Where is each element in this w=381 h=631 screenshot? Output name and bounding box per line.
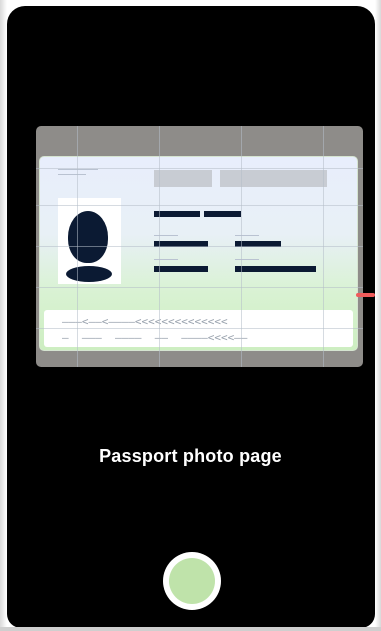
device-bezel-bottom xyxy=(0,627,381,631)
person-silhouette-icon xyxy=(68,211,108,263)
card-line xyxy=(154,211,200,217)
card-line xyxy=(58,169,98,170)
card-line xyxy=(204,211,241,217)
mrz-line-1: ———<——<————<<<<<<<<<<<<<< xyxy=(62,315,228,328)
shutter-button-icon xyxy=(169,558,215,604)
device-bezel-left xyxy=(0,0,7,631)
card-line xyxy=(235,259,259,260)
passport-illustration: ———<——<————<<<<<<<<<<<<<< — ——— ———— —— … xyxy=(39,156,358,351)
card-line xyxy=(235,235,259,236)
card-block xyxy=(220,170,327,187)
capture-instruction: Passport photo page xyxy=(99,446,282,466)
card-line xyxy=(154,235,178,236)
card-line xyxy=(154,259,178,260)
grid-line xyxy=(36,287,363,288)
card-line xyxy=(154,266,208,272)
camera-screen: ———<——<————<<<<<<<<<<<<<< — ——— ———— —— … xyxy=(0,0,381,631)
card-block xyxy=(154,170,212,187)
mrz-line-2: — ——— ———— —— ————<<<<—— xyxy=(62,331,248,344)
grid-line xyxy=(36,205,363,206)
card-line xyxy=(235,266,316,272)
grid-line xyxy=(36,246,363,247)
document-photo xyxy=(58,198,121,284)
card-line xyxy=(58,174,86,175)
scan-position-marker xyxy=(356,293,375,297)
grid-line xyxy=(36,168,363,169)
grid-line xyxy=(36,328,363,329)
shutter-button[interactable] xyxy=(163,552,221,610)
person-silhouette-icon xyxy=(66,266,112,282)
device-bezel-right xyxy=(375,0,381,631)
